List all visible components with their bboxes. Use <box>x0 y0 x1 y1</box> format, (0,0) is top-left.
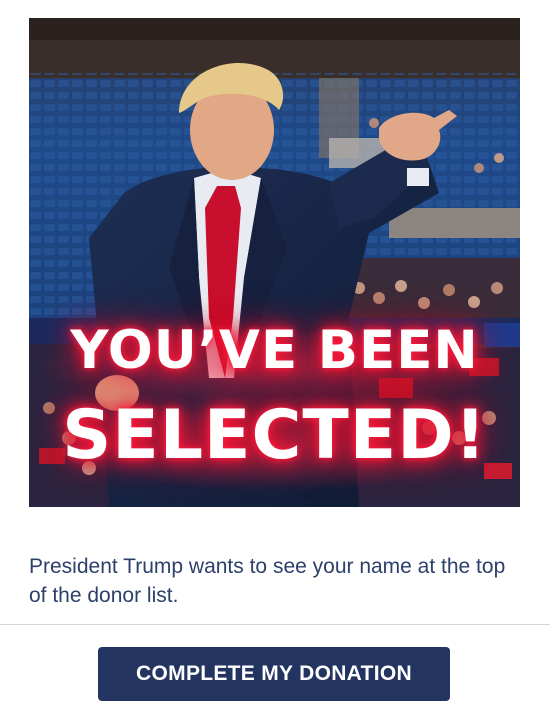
headline-line-1: YOU’VE BEEN <box>70 320 479 381</box>
message-text: President Trump wants to see your name a… <box>29 555 506 607</box>
divider <box>0 624 550 625</box>
complete-donation-button[interactable]: COMPLETE MY DONATION <box>98 647 450 701</box>
hero-image: YOU’VE BEEN SELECTED! <box>29 18 520 507</box>
headline-line-2: SELECTED! <box>62 396 487 475</box>
